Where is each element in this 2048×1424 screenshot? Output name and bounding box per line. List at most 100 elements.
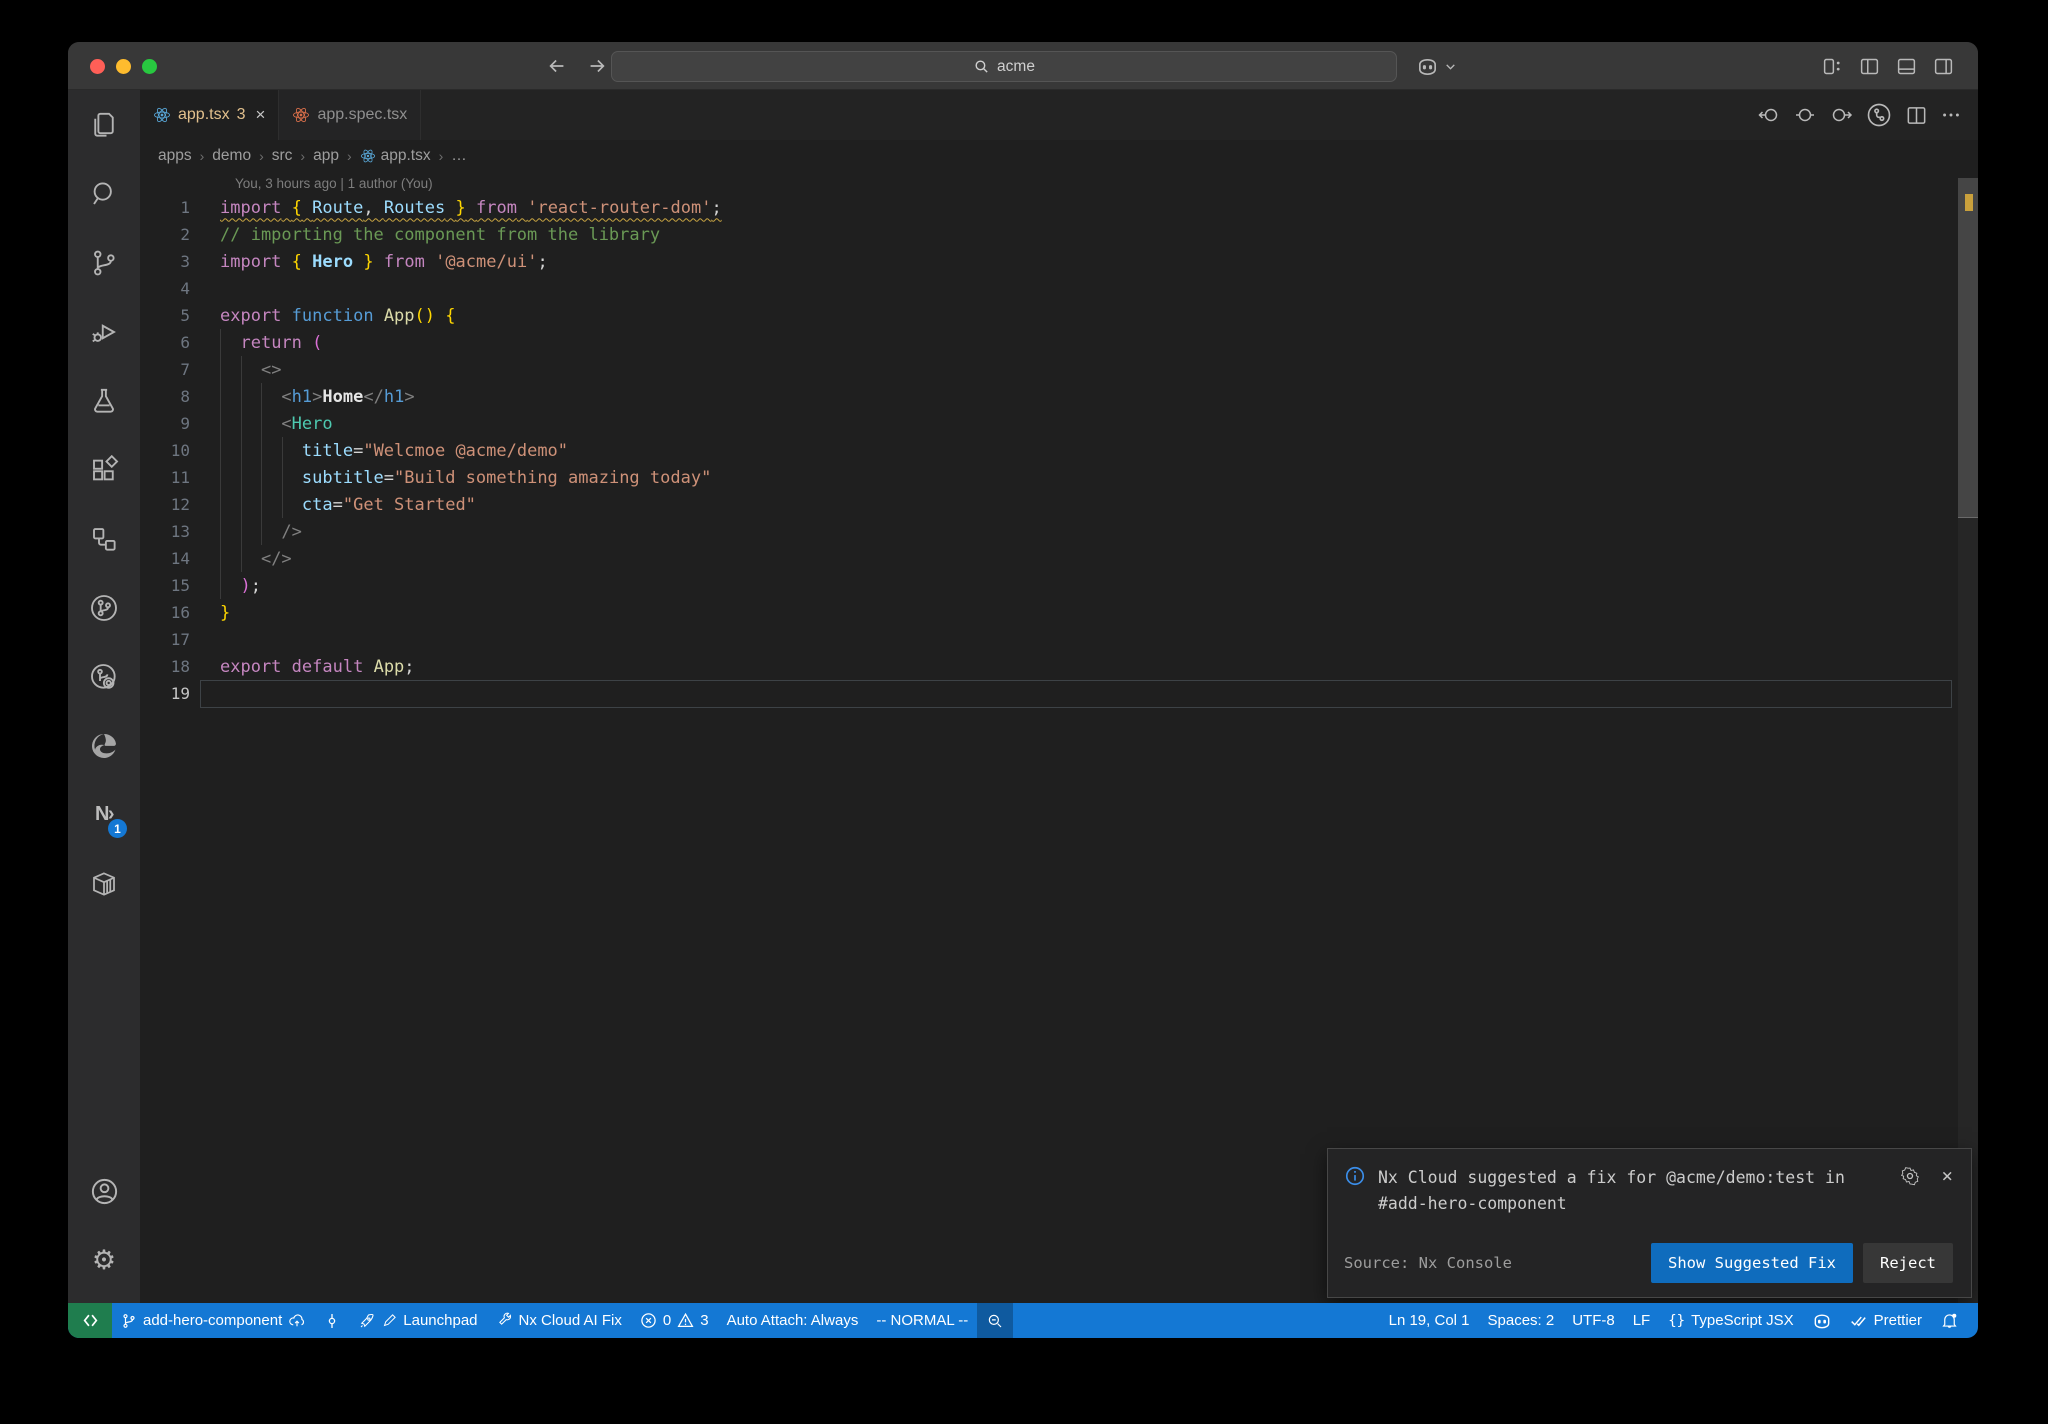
tab-label: app.tsx — [178, 106, 230, 123]
search-sidebar-icon[interactable] — [68, 159, 140, 228]
copilot-status-item[interactable] — [1803, 1303, 1841, 1338]
branch-icon — [121, 1313, 137, 1329]
code-editor[interactable]: You, 3 hours ago | 1 author (You) 1 impor… — [140, 172, 1978, 1303]
zoom-out-icon — [986, 1312, 1004, 1330]
line-number: 16 — [170, 603, 190, 622]
rocket-icon — [358, 1312, 376, 1330]
code-line-14[interactable]: 14 </> — [140, 545, 1978, 572]
warning-count: 3 — [700, 1312, 709, 1329]
code-line-16[interactable]: 16} — [140, 599, 1978, 626]
code-line-5[interactable]: 5 export function App() { — [140, 302, 1978, 329]
breadcrumb-item-symbol[interactable]: … — [451, 147, 467, 165]
go-back-icon[interactable] — [1757, 103, 1781, 127]
maximize-window-button[interactable] — [142, 58, 157, 74]
overview-ruler-warning-mark — [1965, 194, 1973, 211]
code-line-1[interactable]: 1 import { Route, Routes } from 'react-ro… — [140, 194, 1978, 221]
testing-icon[interactable] — [68, 366, 140, 435]
zoom-out-item[interactable] — [977, 1303, 1014, 1338]
navigate-forward-icon[interactable] — [586, 55, 608, 77]
breadcrumb-item[interactable]: apps — [158, 147, 192, 165]
status-bar: add-hero-component Launchpad Nx Cloud AI… — [68, 1303, 1978, 1338]
git-commit-item[interactable] — [315, 1303, 349, 1338]
show-suggested-fix-button[interactable]: Show Suggested Fix — [1651, 1243, 1853, 1283]
code-line-15[interactable]: 15 ); — [140, 572, 1978, 599]
extensions-icon[interactable] — [68, 435, 140, 504]
launchpad-item[interactable]: Launchpad — [349, 1303, 486, 1338]
info-icon — [1344, 1165, 1366, 1187]
problems-item[interactable]: 0 3 — [631, 1303, 718, 1338]
code-line-7[interactable]: 7 <> — [140, 356, 1978, 383]
code-line-17[interactable]: 17 — [140, 626, 1978, 653]
code-line-8[interactable]: 8 <h1>Home</h1> — [140, 383, 1978, 410]
auto-attach-item[interactable]: Auto Attach: Always — [718, 1303, 868, 1338]
go-forward-icon[interactable] — [1829, 103, 1853, 127]
chevron-down-icon[interactable] — [1444, 60, 1457, 73]
line-number: 5 — [180, 306, 190, 325]
breadcrumb-item[interactable]: demo — [212, 147, 251, 165]
code-line-19[interactable]: 19 — [140, 680, 1978, 708]
toggle-secondary-sidebar-icon[interactable] — [1933, 56, 1954, 77]
toggle-panel-icon[interactable] — [1896, 56, 1917, 77]
breadcrumb-item-file[interactable]: app.tsx — [360, 147, 431, 165]
tab-label: app.spec.tsx — [317, 106, 408, 123]
encoding-item[interactable]: UTF-8 — [1563, 1303, 1624, 1338]
minimize-window-button[interactable] — [116, 58, 131, 74]
search-value: acme — [997, 57, 1035, 75]
customize-layout-icon[interactable] — [1822, 56, 1843, 77]
tab-close-icon[interactable]: × — [256, 105, 266, 125]
notifications-bell-icon[interactable] — [1931, 1303, 1968, 1338]
language-mode-item[interactable]: {} TypeScript JSX — [1659, 1303, 1802, 1338]
remote-explorer-icon[interactable] — [68, 504, 140, 573]
eol-item[interactable]: LF — [1624, 1303, 1660, 1338]
code-line-13[interactable]: 13 /> — [140, 518, 1978, 545]
code-line-2[interactable]: 2// importing the component from the lib… — [140, 221, 1978, 248]
gitlens-icon[interactable] — [68, 573, 140, 642]
more-actions-icon[interactable] — [1940, 104, 1962, 126]
code-line-4[interactable]: 4 — [140, 275, 1978, 302]
notification-close-icon[interactable]: × — [1942, 1165, 1953, 1187]
notification-settings-gear-icon[interactable] — [1900, 1166, 1920, 1186]
commit-graph-icon[interactable] — [1865, 101, 1893, 129]
close-window-button[interactable] — [90, 58, 105, 74]
code-line-10[interactable]: 10 title="Welcmoe @acme/demo" — [140, 437, 1978, 464]
account-icon[interactable] — [68, 1157, 140, 1226]
edge-browser-icon[interactable] — [68, 711, 140, 780]
code-line-3[interactable]: 3 import { Hero } from '@acme/ui'; — [140, 248, 1978, 275]
nx-cloud-fix-item[interactable]: Nx Cloud AI Fix — [487, 1303, 631, 1338]
code-line-18[interactable]: 18 export default App; — [140, 653, 1978, 680]
breadcrumb-item[interactable]: app — [313, 147, 339, 165]
cursor-position-item[interactable]: Ln 19, Col 1 — [1380, 1303, 1479, 1338]
scrollbar-thumb[interactable] — [1958, 178, 1978, 518]
toggle-primary-sidebar-icon[interactable] — [1859, 56, 1880, 77]
container-tools-icon[interactable] — [68, 849, 140, 918]
git-branch-item[interactable]: add-hero-component — [112, 1303, 315, 1338]
nx-console-icon[interactable]: N› 1 — [68, 780, 140, 849]
split-editor-icon[interactable] — [1905, 104, 1928, 127]
indentation-item[interactable]: Spaces: 2 — [1479, 1303, 1564, 1338]
run-debug-icon[interactable] — [68, 297, 140, 366]
breadcrumb-item[interactable]: src — [272, 147, 293, 165]
code-line-6[interactable]: 6 return ( — [140, 329, 1978, 356]
code-line-11[interactable]: 11 subtitle="Build something amazing tod… — [140, 464, 1978, 491]
reject-button[interactable]: Reject — [1863, 1243, 1953, 1283]
vim-mode-item[interactable]: -- NORMAL -- — [867, 1303, 977, 1338]
source-control-icon[interactable] — [68, 228, 140, 297]
code-line-9[interactable]: 9 <Hero — [140, 410, 1978, 437]
remote-indicator[interactable] — [68, 1303, 112, 1338]
window-controls — [90, 42, 157, 90]
explorer-icon[interactable] — [68, 90, 140, 159]
tab-app-spec-tsx[interactable]: app.spec.tsx — [279, 90, 422, 140]
code-line-12[interactable]: 12 cta="Get Started" — [140, 491, 1978, 518]
indent-guide — [220, 329, 221, 599]
copilot-icon[interactable] — [1416, 55, 1439, 78]
gitlens-inspect-icon[interactable] — [68, 642, 140, 711]
command-center-search[interactable]: acme — [611, 51, 1397, 82]
git-blame-annotation: You, 3 hours ago | 1 author (You) — [235, 175, 433, 191]
formatter-item[interactable]: Prettier — [1841, 1303, 1931, 1338]
navigate-back-icon[interactable] — [546, 55, 568, 77]
vertical-scrollbar[interactable] — [1958, 178, 1978, 1303]
settings-gear-icon[interactable]: ⚙ — [68, 1226, 140, 1295]
current-location-icon[interactable] — [1793, 103, 1817, 127]
tab-app-tsx[interactable]: app.tsx 3 × — [140, 90, 280, 140]
indent-guide — [241, 356, 242, 572]
